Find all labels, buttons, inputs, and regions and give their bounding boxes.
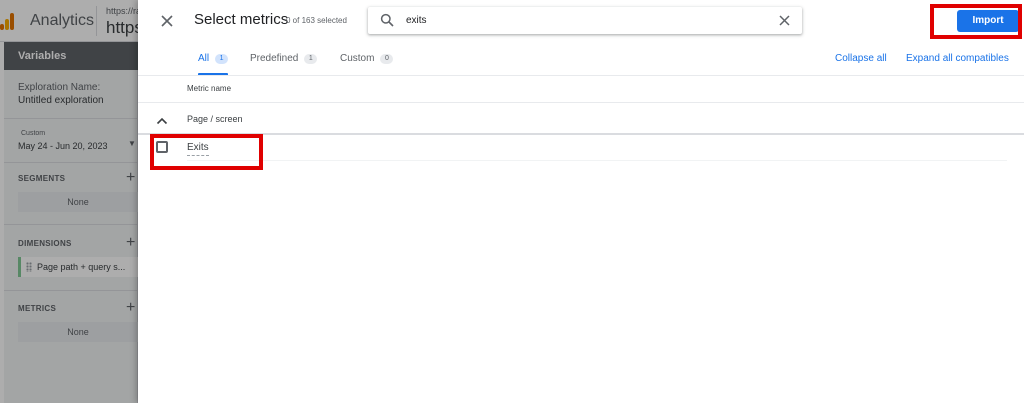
dialog-title: Select metrics [194, 11, 289, 28]
tab-all-count: 1 [215, 53, 229, 64]
tab-custom-count: 0 [380, 53, 394, 64]
chevron-up-icon[interactable] [156, 113, 168, 125]
group-row-page-screen[interactable]: Page / screen [138, 102, 1024, 135]
column-header-metric-name: Metric name [187, 84, 232, 93]
selected-count: 0 of 163 selected [286, 16, 347, 25]
expand-all-compatibles-link[interactable]: Expand all compatibles [906, 53, 1009, 64]
tab-all[interactable]: All 1 [198, 53, 229, 75]
list-item[interactable]: Exits [138, 136, 1024, 162]
search-box[interactable] [368, 7, 802, 34]
annotation-box-import [930, 4, 1022, 39]
annotation-box-exits [150, 134, 263, 170]
search-input[interactable] [406, 11, 756, 30]
tab-predefined[interactable]: Predefined 1 [250, 53, 318, 75]
group-label: Page / screen [187, 114, 243, 124]
select-metrics-dialog: Select metrics 0 of 163 selected Import … [138, 0, 1024, 403]
search-icon [380, 13, 394, 27]
tab-custom[interactable]: Custom 0 [340, 53, 394, 75]
divider [138, 75, 1024, 76]
tab-all-label: All [198, 53, 210, 64]
close-icon[interactable] [158, 12, 176, 30]
clear-icon[interactable] [778, 14, 791, 27]
tab-predefined-label: Predefined [250, 53, 299, 64]
collapse-all-link[interactable]: Collapse all [835, 53, 887, 64]
tab-custom-label: Custom [340, 53, 375, 64]
tab-predefined-count: 1 [304, 53, 318, 64]
row-divider [187, 160, 1007, 161]
